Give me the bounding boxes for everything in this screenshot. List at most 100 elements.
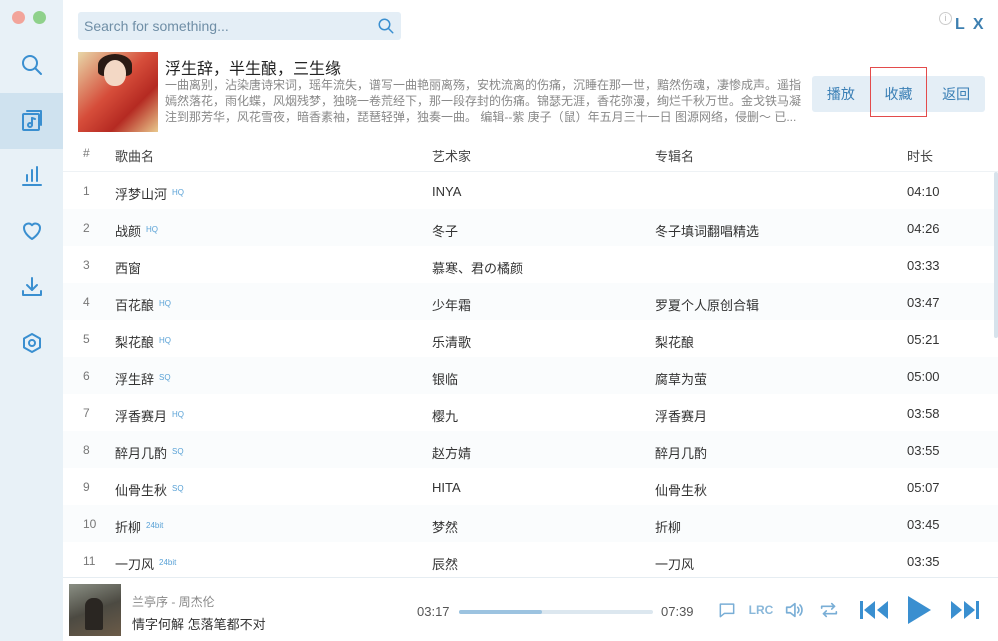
nav-settings[interactable] (0, 315, 63, 371)
song-duration: 05:07 (907, 480, 940, 495)
playlist-title: 浮生辞，半生酿，三生缘 (165, 61, 342, 78)
table-row[interactable]: 8 醉月几酌 SQ 赵方婧 醉月几酌 03:55 (63, 431, 998, 468)
play-all-button[interactable]: 播放 (812, 76, 870, 112)
minimize-window-button[interactable] (33, 11, 46, 24)
table-row[interactable]: 1 浮梦山河 HQ INYA 04:10 (63, 172, 998, 209)
song-name: 梨花酿 HQ (115, 335, 172, 350)
song-artist: 樱九 (432, 409, 459, 424)
next-button[interactable] (949, 598, 981, 622)
song-duration: 04:10 (907, 184, 940, 199)
volume-button[interactable] (782, 598, 806, 622)
song-name: 浮香赛月 HQ (115, 409, 185, 424)
nav-search[interactable] (0, 37, 63, 93)
list-scrollbar[interactable] (994, 172, 998, 338)
song-album: 冬子填词翻唱精选 (655, 224, 760, 239)
quality-badge: SQ (159, 373, 171, 382)
volume-icon (785, 602, 803, 618)
song-album: 醉月几酌 (655, 446, 708, 461)
song-artist: INYA (432, 184, 462, 199)
playlist-actions: 播放 收藏 返回 (812, 67, 985, 117)
song-album: 腐草为萤 (655, 372, 708, 387)
previous-button[interactable] (858, 598, 890, 622)
song-number: 6 (83, 369, 90, 383)
header-artist: 艺术家 (432, 149, 472, 164)
search-icon (21, 55, 42, 75)
table-row[interactable]: 9 仙骨生秋 SQ HITA 仙骨生秋 05:07 (63, 468, 998, 505)
skip-forward-icon (951, 601, 979, 619)
repeat-mode-button[interactable] (817, 598, 841, 622)
search-input[interactable] (84, 12, 364, 40)
main-panel: i L X 浮生辞，半生酿，三生缘 一曲离别，沾染唐诗宋词，瑶年流失，谱写一曲艳… (63, 0, 998, 641)
song-album: 浮香赛月 (655, 409, 708, 424)
back-button[interactable]: 返回 (927, 76, 985, 112)
nav-download[interactable] (0, 259, 63, 315)
comment-button[interactable] (716, 598, 738, 622)
song-artist: 少年霜 (432, 298, 472, 313)
song-duration: 03:33 (907, 258, 940, 273)
song-album: 仙骨生秋 (655, 483, 708, 498)
collect-button[interactable]: 收藏 (869, 67, 928, 117)
quality-badge: HQ (172, 188, 185, 197)
progress-bar[interactable] (459, 610, 653, 614)
song-number: 2 (83, 221, 90, 235)
song-artist: 辰然 (432, 557, 459, 572)
header-num: # (83, 146, 90, 160)
song-album: 罗夏个人原创合辑 (655, 298, 760, 313)
quality-badge: SQ (172, 484, 184, 493)
song-duration: 03:55 (907, 443, 940, 458)
song-number: 7 (83, 406, 90, 420)
now-playing-lyric: 情字何解 怎落笔都不对 (132, 617, 266, 632)
song-number: 1 (83, 184, 90, 198)
song-name: 百花酿 HQ (115, 298, 172, 313)
table-header: # 歌曲名 艺术家 专辑名 时长 (63, 140, 998, 172)
playlist-description: 一曲离别，沾染唐诗宋词，瑶年流失，谱写一曲艳丽离殇，安枕流离的伤痛，沉睡在那一世… (165, 78, 802, 124)
quality-badge: SQ (172, 447, 184, 456)
song-name: 醉月几酌 SQ (115, 446, 184, 461)
song-artist: 梦然 (432, 520, 459, 535)
nav-charts[interactable] (0, 148, 63, 204)
play-icon (908, 596, 931, 624)
quality-badge: HQ (172, 410, 185, 419)
info-icon[interactable]: i (939, 12, 952, 25)
song-duration: 05:21 (907, 332, 940, 347)
quality-badge: HQ (159, 336, 172, 345)
header-album: 专辑名 (655, 149, 695, 164)
play-button[interactable] (904, 594, 934, 626)
total-time: 07:39 (661, 604, 694, 619)
song-album: 折柳 (655, 520, 682, 535)
repeat-icon (820, 602, 838, 618)
header-name: 歌曲名 (115, 149, 155, 164)
table-row[interactable]: 2 战颜 HQ 冬子 冬子填词翻唱精选 04:26 (63, 209, 998, 246)
table-row[interactable]: 11 一刀风 24bit 辰然 一刀风 03:35 (63, 542, 998, 576)
table-row[interactable]: 10 折柳 24bit 梦然 折柳 03:45 (63, 505, 998, 542)
now-playing-cover[interactable] (69, 584, 121, 636)
search-icon (378, 18, 394, 34)
nav-favorites[interactable] (0, 203, 63, 259)
song-list: 1 浮梦山河 HQ INYA 04:10 2 战颜 HQ 冬子 冬子填词翻唱精选 04:26 3 西窗 慕… (63, 172, 998, 576)
song-number: 10 (83, 517, 97, 531)
song-name: 西窗 (115, 261, 142, 276)
song-artist: 冬子 (432, 224, 459, 239)
quality-badge: 24bit (146, 521, 164, 530)
quality-badge: HQ (146, 225, 159, 234)
search-box[interactable] (78, 12, 401, 40)
table-row[interactable]: 5 梨花酿 HQ 乐清歌 梨花酿 05:21 (63, 320, 998, 357)
song-duration: 03:45 (907, 517, 940, 532)
table-row[interactable]: 4 百花酿 HQ 少年霜 罗夏个人原创合辑 03:47 (63, 283, 998, 320)
song-album: 一刀风 (655, 557, 695, 572)
lyrics-toggle[interactable]: LRC (749, 598, 774, 622)
song-number: 5 (83, 332, 90, 346)
download-icon (21, 277, 42, 296)
song-name: 一刀风 24bit (115, 557, 177, 572)
song-duration: 05:00 (907, 369, 940, 384)
song-duration: 03:47 (907, 295, 940, 310)
table-row[interactable]: 3 西窗 慕寒、君の橘颜 03:33 (63, 246, 998, 283)
nav-playlist[interactable] (0, 93, 63, 149)
search-button[interactable] (377, 17, 395, 35)
table-row[interactable]: 6 浮生辞 SQ 银临 腐草为萤 05:00 (63, 357, 998, 394)
table-row[interactable]: 7 浮香赛月 HQ 樱九 浮香赛月 03:58 (63, 394, 998, 431)
close-window-button[interactable] (12, 11, 25, 24)
song-duration: 04:26 (907, 221, 940, 236)
quality-badge: HQ (159, 299, 172, 308)
now-playing-title: 兰亭序 - 周杰伦 (132, 595, 215, 609)
